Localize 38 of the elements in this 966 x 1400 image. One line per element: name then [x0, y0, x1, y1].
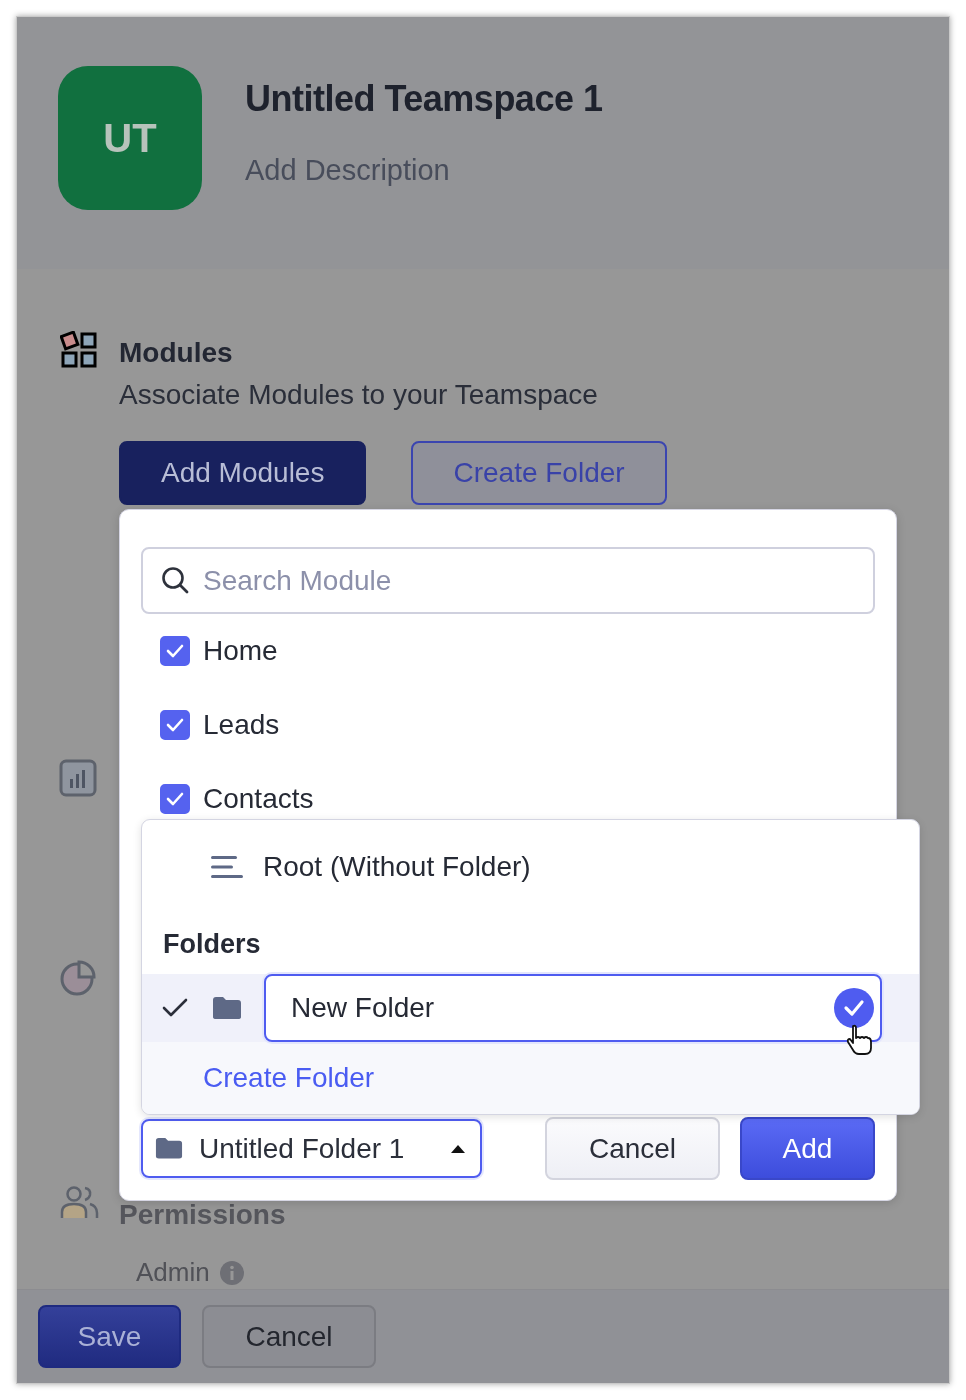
module-checkbox[interactable] — [160, 636, 190, 666]
modules-subtitle: Associate Modules to your Teamspace — [119, 379, 599, 411]
cancel-button[interactable]: Cancel — [202, 1305, 376, 1368]
checkmark-icon — [162, 998, 188, 1018]
folder-name-field[interactable]: New Folder — [264, 974, 882, 1042]
teamspace-title: Untitled Teamspace 1 — [245, 78, 603, 120]
folder-select[interactable]: Untitled Folder 1 — [141, 1119, 482, 1178]
module-label: Contacts — [203, 783, 314, 815]
modules-title: Modules — [119, 337, 234, 369]
folder-icon — [155, 1137, 183, 1160]
caret-icon — [450, 1143, 466, 1154]
check-icon — [166, 718, 184, 732]
save-button[interactable]: Save — [38, 1305, 181, 1368]
search-icon — [161, 566, 189, 594]
folders-heading: Folders — [162, 927, 262, 961]
check-icon — [166, 644, 184, 658]
check-icon — [166, 792, 184, 806]
module-checkbox[interactable] — [160, 784, 190, 814]
add-modules-button[interactable]: Add Modules — [119, 441, 367, 505]
add-button[interactable]: Add — [740, 1117, 875, 1180]
module-label: Home — [203, 635, 278, 667]
root-option[interactable]: Root (Without Folder) — [142, 820, 919, 914]
role-label: Admin — [136, 1257, 210, 1288]
create-folder-link[interactable]: Create Folder — [203, 1062, 375, 1094]
module-checkbox[interactable] — [160, 710, 190, 740]
users-icon — [59, 1185, 99, 1219]
bar-chart-icon — [59, 759, 97, 797]
pie-chart-icon — [59, 959, 97, 997]
search-field[interactable]: Search Module — [141, 547, 875, 614]
confirm-icon[interactable] — [834, 988, 874, 1028]
module-label: Leads — [203, 709, 280, 741]
folder-icon — [212, 996, 242, 1020]
permissions-title: Permissions — [119, 1199, 286, 1231]
info-icon — [219, 1260, 244, 1285]
lines-icon — [211, 855, 243, 879]
teamspace-avatar: UT — [58, 66, 202, 210]
modules-icon — [60, 331, 98, 369]
cancel-button[interactable]: Cancel — [545, 1117, 720, 1180]
